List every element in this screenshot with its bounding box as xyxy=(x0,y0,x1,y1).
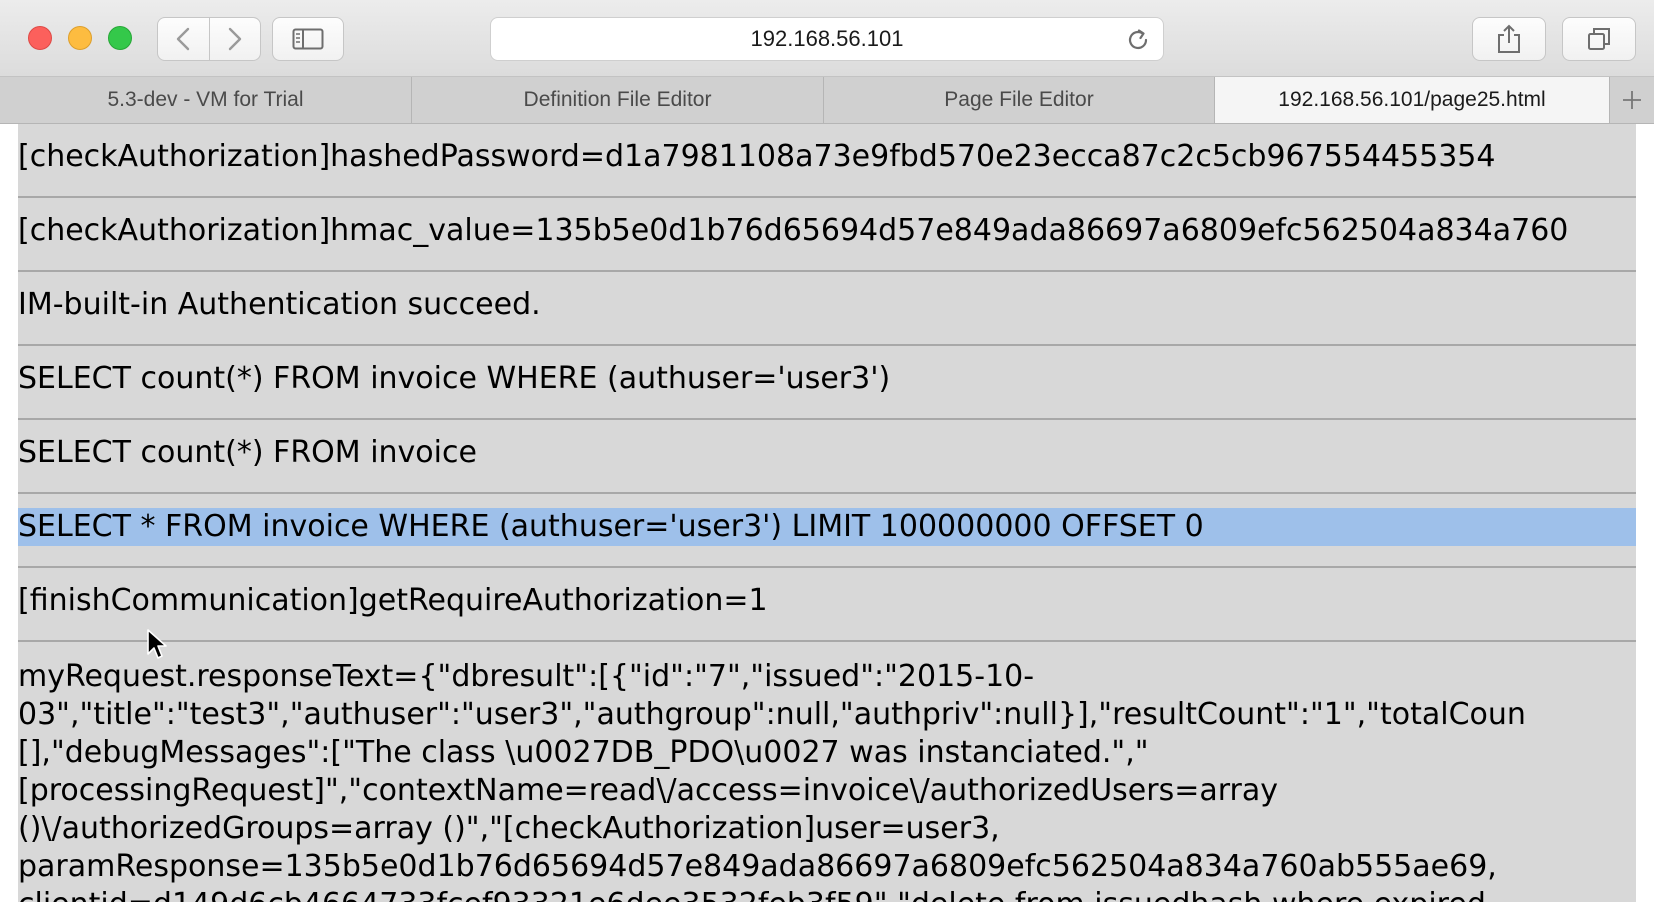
log-line: [checkAuthorization]hashedPassword=d1a79… xyxy=(18,124,1636,198)
tab-definition-file-editor[interactable]: Definition File Editor xyxy=(412,77,824,123)
tab-page-file-editor[interactable]: Page File Editor xyxy=(824,77,1215,123)
log-line: IM-built-in Authentication succeed. xyxy=(18,272,1636,346)
log-text: [checkAuthorization]hmac_value=135b5e0d1… xyxy=(18,213,1569,248)
tab-page25[interactable]: 192.168.56.101/page25.html xyxy=(1215,77,1610,123)
log-line: SELECT count(*) FROM invoice xyxy=(18,420,1636,494)
log-line: [finishCommunication]getRequireAuthoriza… xyxy=(18,568,1636,642)
log-line-selected: SELECT * FROM invoice WHERE (authuser='u… xyxy=(18,494,1636,568)
address-bar[interactable]: 192.168.56.101 xyxy=(490,17,1164,61)
log-text: SELECT count(*) FROM invoice WHERE (auth… xyxy=(18,361,891,396)
log-line: [checkAuthorization]hmac_value=135b5e0d1… xyxy=(18,198,1636,272)
sidebar-icon xyxy=(292,28,324,50)
page-content: [checkAuthorization]hashedPassword=d1a79… xyxy=(0,124,1654,902)
chevron-right-icon xyxy=(228,27,241,51)
response-line: paramResponse=135b5e0d1b76d65694d57e849a… xyxy=(18,849,1497,884)
page-right-margin xyxy=(1636,124,1654,902)
close-window-button[interactable] xyxy=(28,26,52,50)
browser-window: 192.168.56.101 5.3-dev - VM for Trial De… xyxy=(0,0,1654,902)
response-line: ()\/authorizedGroups=array ()","[checkAu… xyxy=(18,811,1000,846)
log-text: [finishCommunication]getRequireAuthoriza… xyxy=(18,583,768,618)
log-text: IM-built-in Authentication succeed. xyxy=(18,287,541,322)
show-all-tabs-button[interactable] xyxy=(1562,17,1636,61)
address-url: 192.168.56.101 xyxy=(750,26,904,51)
tabs-overview-icon xyxy=(1588,28,1610,50)
log-text-selected: SELECT * FROM invoice WHERE (authuser='u… xyxy=(18,508,1636,546)
log-text: SELECT count(*) FROM invoice xyxy=(18,435,477,470)
back-button[interactable] xyxy=(158,18,209,60)
response-line: 03","title":"test3","authuser":"user3","… xyxy=(18,697,1526,732)
debug-log: [checkAuthorization]hashedPassword=d1a79… xyxy=(18,124,1636,902)
browser-toolbar: 192.168.56.101 xyxy=(0,0,1654,77)
tab-bar: 5.3-dev - VM for Trial Definition File E… xyxy=(0,77,1654,124)
plus-icon xyxy=(1623,91,1641,109)
response-text-block: myRequest.responseText={"dbresult":[{"id… xyxy=(18,642,1636,902)
response-line: [],"debugMessages":["The class \u0027DB_… xyxy=(18,735,1149,770)
sidebar-toggle-button[interactable] xyxy=(272,17,344,61)
minimize-window-button[interactable] xyxy=(68,26,92,50)
forward-button[interactable] xyxy=(208,18,261,60)
mouse-pointer-icon xyxy=(147,629,167,659)
share-icon xyxy=(1498,24,1520,53)
tab-vm-for-trial[interactable]: 5.3-dev - VM for Trial xyxy=(0,77,412,123)
log-line: SELECT count(*) FROM invoice WHERE (auth… xyxy=(18,346,1636,420)
response-line: [processingRequest]","contextName=read\/… xyxy=(18,773,1278,808)
share-button[interactable] xyxy=(1472,17,1546,61)
response-line: myRequest.responseText={"dbresult":[{"id… xyxy=(18,659,1035,694)
navigation-buttons xyxy=(157,17,261,61)
log-text: [checkAuthorization]hashedPassword=d1a79… xyxy=(18,139,1496,174)
chevron-left-icon xyxy=(177,27,190,51)
new-tab-button[interactable] xyxy=(1610,77,1654,123)
response-line: clientid=d149d6cb4664733fcef93321e6dee35… xyxy=(18,886,1636,902)
zoom-window-button[interactable] xyxy=(108,26,132,50)
reload-icon[interactable] xyxy=(1125,27,1151,53)
